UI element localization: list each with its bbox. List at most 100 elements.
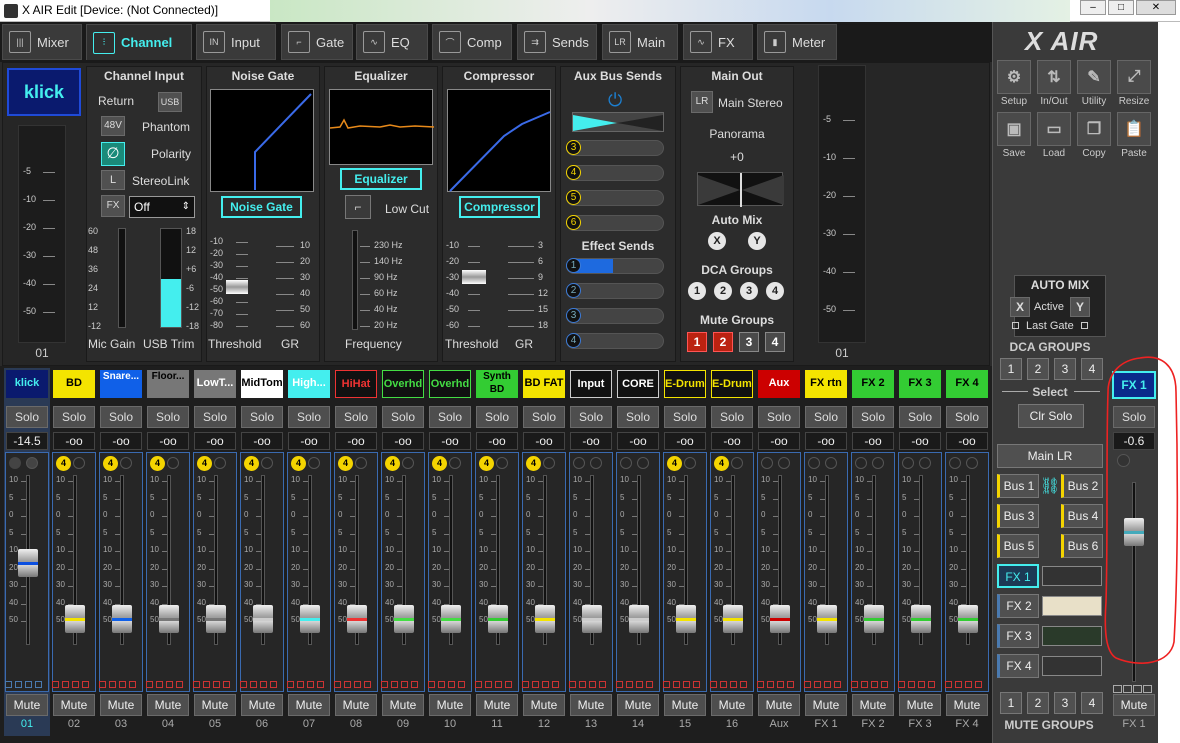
paste-icon[interactable]: 📋: [1117, 112, 1151, 146]
fx-unit-thumbnail[interactable]: [1042, 656, 1102, 676]
strip-name-label[interactable]: LowT...: [194, 370, 236, 398]
tab-gate[interactable]: ⌐ Gate: [281, 24, 353, 60]
main-mute-group-3-button[interactable]: 3: [739, 332, 759, 352]
tab-mixer[interactable]: ||| Mixer: [2, 24, 82, 60]
strip-name-label[interactable]: FX 4: [946, 370, 988, 398]
fader-handle[interactable]: [629, 605, 649, 633]
mute-group-select-2-button[interactable]: 2: [1027, 692, 1049, 714]
solo-button[interactable]: Solo: [335, 406, 377, 428]
solo-button[interactable]: Solo: [429, 406, 471, 428]
strip-name-label[interactable]: BD: [53, 370, 95, 398]
mute-button[interactable]: Mute: [429, 694, 471, 716]
automix-x-button[interactable]: X: [708, 232, 726, 250]
mute-button[interactable]: Mute: [664, 694, 706, 716]
solo-button[interactable]: Solo: [805, 406, 847, 428]
folder-icon[interactable]: ▭: [1037, 112, 1071, 146]
main-dca-1-button[interactable]: 1: [688, 282, 706, 300]
fx-insert-button[interactable]: FX: [101, 195, 125, 217]
in-out-icon[interactable]: ⇅: [1037, 60, 1071, 94]
mute-button[interactable]: Mute: [805, 694, 847, 716]
solo-button[interactable]: Solo: [53, 406, 95, 428]
tab-eq[interactable]: ∿ EQ: [356, 24, 428, 60]
fader-handle[interactable]: [817, 605, 837, 633]
tab-meter[interactable]: ▮ Meter: [757, 24, 837, 60]
solo-button[interactable]: Solo: [570, 406, 612, 428]
solo-button[interactable]: Solo: [758, 406, 800, 428]
solo-button[interactable]: Solo: [100, 406, 142, 428]
noise-gate-button[interactable]: Noise Gate: [221, 196, 302, 218]
link-icon[interactable]: ⛓: [1040, 476, 1060, 496]
main-dca-2-button[interactable]: 2: [714, 282, 732, 300]
fader-handle[interactable]: [676, 605, 696, 633]
main-lr-button[interactable]: LR: [691, 91, 713, 113]
solo-button[interactable]: Solo: [617, 406, 659, 428]
fader-handle[interactable]: [300, 605, 320, 633]
solo-button[interactable]: Solo: [382, 406, 424, 428]
tab-comp[interactable]: ⌒ Comp: [432, 24, 512, 60]
solo-button[interactable]: Solo: [476, 406, 518, 428]
solo-button[interactable]: Solo: [852, 406, 894, 428]
strip-name-label[interactable]: Overhd: [382, 370, 424, 398]
comp-threshold-handle[interactable]: [462, 270, 486, 284]
bus-select-1-button[interactable]: Bus 1: [997, 474, 1039, 498]
strip-name-label[interactable]: FX 2: [852, 370, 894, 398]
strip-name-label[interactable]: Aux: [758, 370, 800, 398]
tab-channel[interactable]: ⫶ Channel: [86, 24, 192, 60]
mute-button[interactable]: Mute: [899, 694, 941, 716]
mute-button[interactable]: Mute: [100, 694, 142, 716]
solo-button[interactable]: Solo: [899, 406, 941, 428]
bus-select-4-button[interactable]: Bus 4: [1061, 504, 1103, 528]
mute-button[interactable]: Mute: [288, 694, 330, 716]
fx-insert-select[interactable]: Off ⇕: [129, 196, 195, 218]
automix-y-button[interactable]: Y: [748, 232, 766, 250]
strip-name-label[interactable]: E-Drums: [711, 370, 753, 398]
mute-button[interactable]: Mute: [6, 694, 48, 716]
main-dca-3-button[interactable]: 3: [740, 282, 758, 300]
resize-icon[interactable]: ⤢: [1117, 60, 1151, 94]
strip-name-label[interactable]: klick: [6, 370, 48, 398]
fx-select-3-button[interactable]: FX 3: [997, 624, 1039, 648]
solo-button[interactable]: Solo: [946, 406, 988, 428]
channel-name-display[interactable]: klick: [7, 68, 81, 116]
mute-button[interactable]: Mute: [523, 694, 565, 716]
clear-solo-button[interactable]: Clr Solo: [1018, 404, 1084, 428]
equalizer-button[interactable]: Equalizer: [340, 168, 422, 190]
power-icon[interactable]: ⏻: [608, 90, 622, 111]
solo-button[interactable]: Solo: [523, 406, 565, 428]
mute-button[interactable]: Mute: [241, 694, 283, 716]
low-cut-icon[interactable]: ⌐: [345, 195, 371, 219]
low-cut-slider[interactable]: [352, 230, 358, 330]
mute-button[interactable]: Mute: [147, 694, 189, 716]
fader-handle[interactable]: [347, 605, 367, 633]
fx-select-2-button[interactable]: FX 2: [997, 594, 1039, 618]
gear-icon[interactable]: ⚙: [997, 60, 1031, 94]
usb-button[interactable]: USB: [158, 92, 182, 112]
automix-y-toggle[interactable]: Y: [1070, 297, 1090, 317]
panorama-slider[interactable]: [697, 172, 784, 207]
mute-button[interactable]: Mute: [335, 694, 377, 716]
strip-name-label[interactable]: FX 3: [899, 370, 941, 398]
fx-select-1-button[interactable]: FX 1: [997, 564, 1039, 588]
mic-gain-slider[interactable]: [118, 228, 126, 328]
tab-input[interactable]: IN Input: [196, 24, 276, 60]
mute-button[interactable]: Mute: [711, 694, 753, 716]
fader-handle[interactable]: [911, 605, 931, 633]
solo-button[interactable]: Solo: [194, 406, 236, 428]
stereolink-button[interactable]: L: [101, 170, 125, 190]
gate-graph[interactable]: [210, 89, 314, 192]
solo-button[interactable]: Solo: [288, 406, 330, 428]
strip-name-label[interactable]: E-Drums: [664, 370, 706, 398]
strip-name-label[interactable]: BD FAT: [523, 370, 565, 398]
mute-button[interactable]: Mute: [570, 694, 612, 716]
bus-select-2-button[interactable]: Bus 2: [1061, 474, 1103, 498]
mute-button[interactable]: Mute: [758, 694, 800, 716]
solo-button[interactable]: Solo: [147, 406, 189, 428]
fader-handle[interactable]: [770, 605, 790, 633]
strip-name-label[interactable]: Synth BD: [476, 370, 518, 398]
mute-button[interactable]: Mute: [382, 694, 424, 716]
tab-main[interactable]: LR Main: [602, 24, 678, 60]
wrench-icon[interactable]: ✎: [1077, 60, 1111, 94]
minimize-button[interactable]: –: [1080, 0, 1106, 15]
main-dca-4-button[interactable]: 4: [766, 282, 784, 300]
maximize-button[interactable]: □: [1108, 0, 1134, 15]
